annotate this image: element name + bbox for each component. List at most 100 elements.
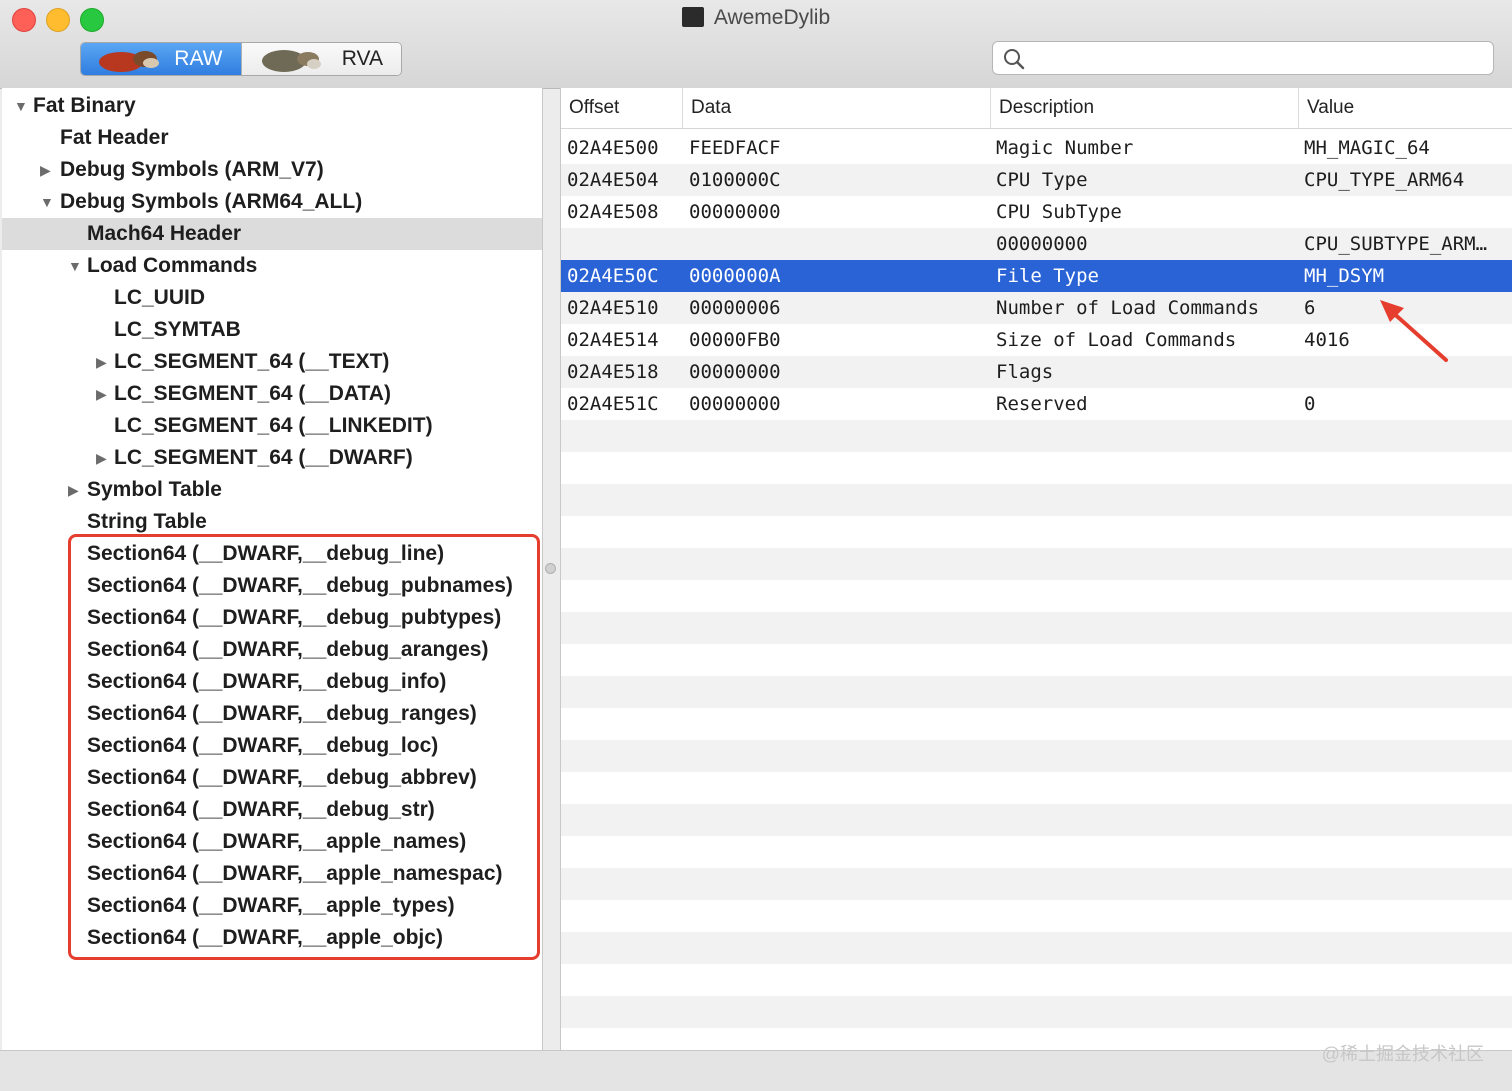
column-header-value[interactable]: Value [1299,88,1512,128]
annotation-arrow-icon [1380,300,1448,362]
empty-row-stripe [561,996,1512,1028]
disclosure-collapsed-icon[interactable]: ▶ [40,154,51,186]
search-icon [1004,49,1025,70]
outline-item-label: Fat Header [60,126,169,149]
cell-description: Magic Number [996,137,1134,159]
column-header-offset[interactable]: Offset [561,88,683,128]
table-row[interactable]: 02A4E51C 00000000 Reserved 0 [561,388,1512,420]
outline-item[interactable]: ▼ Debug Symbols (ARM64_ALL) [2,186,542,218]
outline-item[interactable]: ▶ Symbol Table [2,474,542,506]
table-row[interactable]: 02A4E504 0100000C CPU Type CPU_TYPE_ARM64 [561,164,1512,196]
outline-item-label: Mach64 Header [87,222,242,245]
outline-item[interactable]: LC_SEGMENT_64 (__LINKEDIT) [2,410,542,442]
table-header: Offset Data Description Value [561,88,1512,129]
cell-offset: 02A4E508 [567,201,659,223]
outline-item[interactable]: Fat Header [2,122,542,154]
empty-row-stripe [561,484,1512,516]
cell-description: File Type [996,265,1099,287]
disclosure-expanded-icon[interactable]: ▼ [68,250,82,282]
structure-outline[interactable]: ▼ Fat Binary Fat Header ▶ Debug Symbols (ARM… [2,88,543,1050]
outline-item[interactable]: ▶ Debug Symbols (ARM_V7) [2,154,542,186]
table-row[interactable]: 02A4E500 FEEDFACF Magic Number MH_MAGIC_64 [561,132,1512,164]
disclosure-collapsed-icon[interactable]: ▶ [96,346,107,378]
outline-item[interactable]: LC_UUID [2,282,542,314]
table-row[interactable]: 00000000 CPU_SUBTYPE_ARM… [561,228,1512,260]
empty-row-stripe [561,932,1512,964]
column-header-data[interactable]: Data [683,88,991,128]
cell-offset: 02A4E50C [567,265,659,287]
disclosure-collapsed-icon[interactable]: ▶ [96,442,107,474]
raw-mode-icon [99,51,159,72]
disclosure-collapsed-icon[interactable]: ▶ [68,474,79,506]
empty-row-stripe [561,420,1512,452]
outline-item[interactable]: ▼ Fat Binary [2,90,542,122]
outline-item-label: LC_SEGMENT_64 (__TEXT) [114,350,390,373]
raw-mode-button[interactable]: RAW [81,43,241,75]
cell-value: 0 [1304,393,1316,415]
split-view-divider-handle[interactable] [545,563,556,574]
disclosure-expanded-icon[interactable]: ▼ [14,90,28,122]
outline-item[interactable]: ▶ LC_SEGMENT_64 (__DWARF) [2,442,542,474]
empty-row-stripe [561,804,1512,836]
cell-data: 00000006 [689,297,781,319]
status-bar [0,1050,1512,1091]
empty-row-stripe [561,612,1512,644]
window-toolbar: AwemeDylib RAW RVA [0,0,1512,89]
outline-item-label: LC_SYMTAB [114,318,241,341]
disclosure-expanded-icon[interactable]: ▼ [40,186,54,218]
outline-item-label: LC_SEGMENT_64 (__DWARF) [114,446,413,469]
cell-value: CPU_TYPE_ARM64 [1304,169,1465,191]
outline-item-label: Fat Binary [33,94,136,117]
rva-mode-icon [261,50,321,72]
rva-mode-button[interactable]: RVA [240,43,401,75]
cell-offset: 02A4E500 [567,137,659,159]
document-icon [681,7,704,27]
empty-row-stripe [561,548,1512,580]
table-row[interactable]: 02A4E50C 0000000A File Type MH_DSYM [561,260,1512,292]
cell-value: CPU_SUBTYPE_ARM… [1304,233,1488,255]
cell-data: 00000000 [689,361,781,383]
cell-description: 00000000 [996,233,1088,255]
address-mode-segmented-control: RAW RVA [80,42,402,76]
outline-item-label: LC_SEGMENT_64 (__DATA) [114,382,391,405]
window-title-area: AwemeDylib [0,6,1512,30]
outline-item-label: LC_SEGMENT_64 (__LINKEDIT) [114,414,433,437]
cell-offset: 02A4E510 [567,297,659,319]
watermark: @稀土掘金技术社区 [1321,1044,1484,1064]
cell-offset: 02A4E514 [567,329,659,351]
outline-item[interactable]: ▶ LC_SEGMENT_64 (__TEXT) [2,346,542,378]
cell-data: 0000000A [689,265,781,287]
empty-row-stripe [561,868,1512,900]
outline-item-label: Load Commands [87,254,258,277]
outline-item-label: Debug Symbols (ARM_V7) [60,158,324,181]
search-field[interactable] [992,41,1494,75]
cell-offset: 02A4E504 [567,169,659,191]
empty-row-stripe [561,740,1512,772]
cell-data: FEEDFACF [689,137,781,159]
disclosure-collapsed-icon[interactable]: ▶ [96,378,107,410]
detail-table: Offset Data Description Value 02A4E500 FE… [560,88,1512,1050]
rva-mode-label: RVA [341,47,383,70]
cell-data: 0100000C [689,169,781,191]
cell-data: 00000000 [689,201,781,223]
cell-description: CPU SubType [996,201,1122,223]
annotation-highlight-box [68,534,540,960]
outline-item[interactable]: ▶ LC_SEGMENT_64 (__DATA) [2,378,542,410]
outline-item[interactable]: LC_SYMTAB [2,314,542,346]
empty-row-stripe [561,676,1512,708]
cell-description: Size of Load Commands [996,329,1237,351]
outline-item-label: Symbol Table [87,478,222,501]
outline-item-label: LC_UUID [114,286,206,309]
outline-item[interactable]: ▼ Load Commands [2,250,542,282]
cell-value: MH_DSYM [1304,265,1385,287]
search-input[interactable] [1033,46,1477,72]
cell-description: Number of Load Commands [996,297,1260,319]
cell-offset: 02A4E518 [567,361,659,383]
column-header-description[interactable]: Description [991,88,1299,128]
cell-description: Flags [996,361,1054,383]
table-row[interactable]: 02A4E508 00000000 CPU SubType [561,196,1512,228]
cell-data: 00000000 [689,393,781,415]
outline-item[interactable]: Mach64 Header [2,218,542,250]
cell-description: CPU Type [996,169,1088,191]
window-title: AwemeDylib [713,6,831,29]
